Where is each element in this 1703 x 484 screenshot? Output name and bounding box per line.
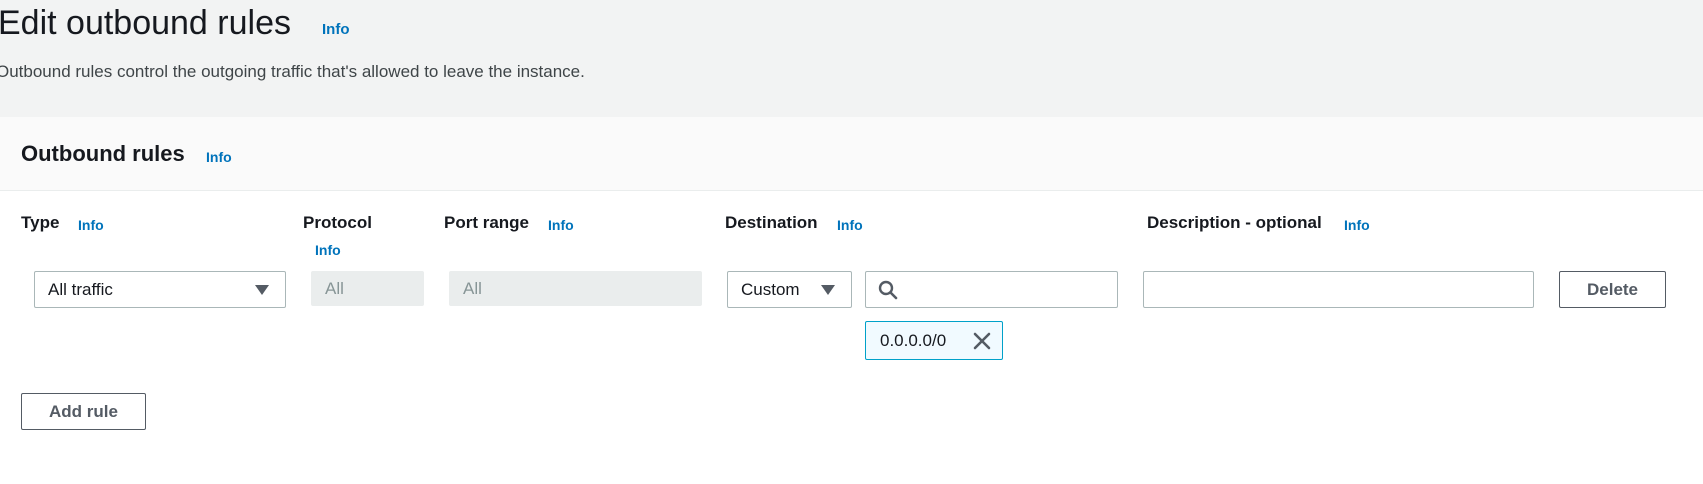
destination-search-input[interactable]	[865, 271, 1118, 308]
port-range-info-link[interactable]: Info	[548, 217, 574, 233]
search-icon	[878, 280, 898, 300]
type-info-link[interactable]: Info	[78, 217, 104, 233]
caret-down-icon	[821, 285, 835, 295]
delete-rule-button[interactable]: Delete	[1559, 271, 1666, 308]
description-column-label: Description - optional	[1147, 213, 1322, 232]
type-select[interactable]: All traffic	[34, 271, 286, 308]
type-select-value: All traffic	[48, 280, 113, 299]
description-info-link[interactable]: Info	[1344, 217, 1370, 233]
description-input[interactable]	[1143, 271, 1534, 308]
protocol-field: All	[311, 271, 424, 306]
destination-token: 0.0.0.0/0	[865, 321, 1003, 360]
protocol-column-label: Protocol	[303, 213, 372, 232]
page-header: Edit outbound rules Info Outbound rules …	[0, 0, 1703, 117]
type-column-label: Type	[21, 213, 60, 232]
panel-header: Outbound rules Info	[0, 117, 1703, 191]
panel-info-link[interactable]: Info	[206, 149, 232, 165]
destination-type-select[interactable]: Custom	[727, 271, 852, 308]
close-icon[interactable]	[973, 332, 991, 350]
page-description: Outbound rules control the outgoing traf…	[0, 62, 585, 81]
caret-down-icon	[255, 285, 269, 295]
destination-token-label: 0.0.0.0/0	[880, 331, 947, 350]
port-range-field: All	[449, 271, 702, 306]
destination-column-label: Destination	[725, 213, 818, 232]
page-title: Edit outbound rules	[0, 4, 291, 42]
port-range-column-label: Port range	[444, 213, 530, 232]
destination-type-value: Custom	[741, 280, 800, 299]
destination-info-link[interactable]: Info	[837, 217, 863, 233]
add-rule-button[interactable]: Add rule	[21, 393, 146, 430]
panel-title: Outbound rules	[21, 141, 185, 166]
protocol-info-link[interactable]: Info	[315, 242, 341, 258]
page-title-info-link[interactable]: Info	[322, 21, 350, 38]
